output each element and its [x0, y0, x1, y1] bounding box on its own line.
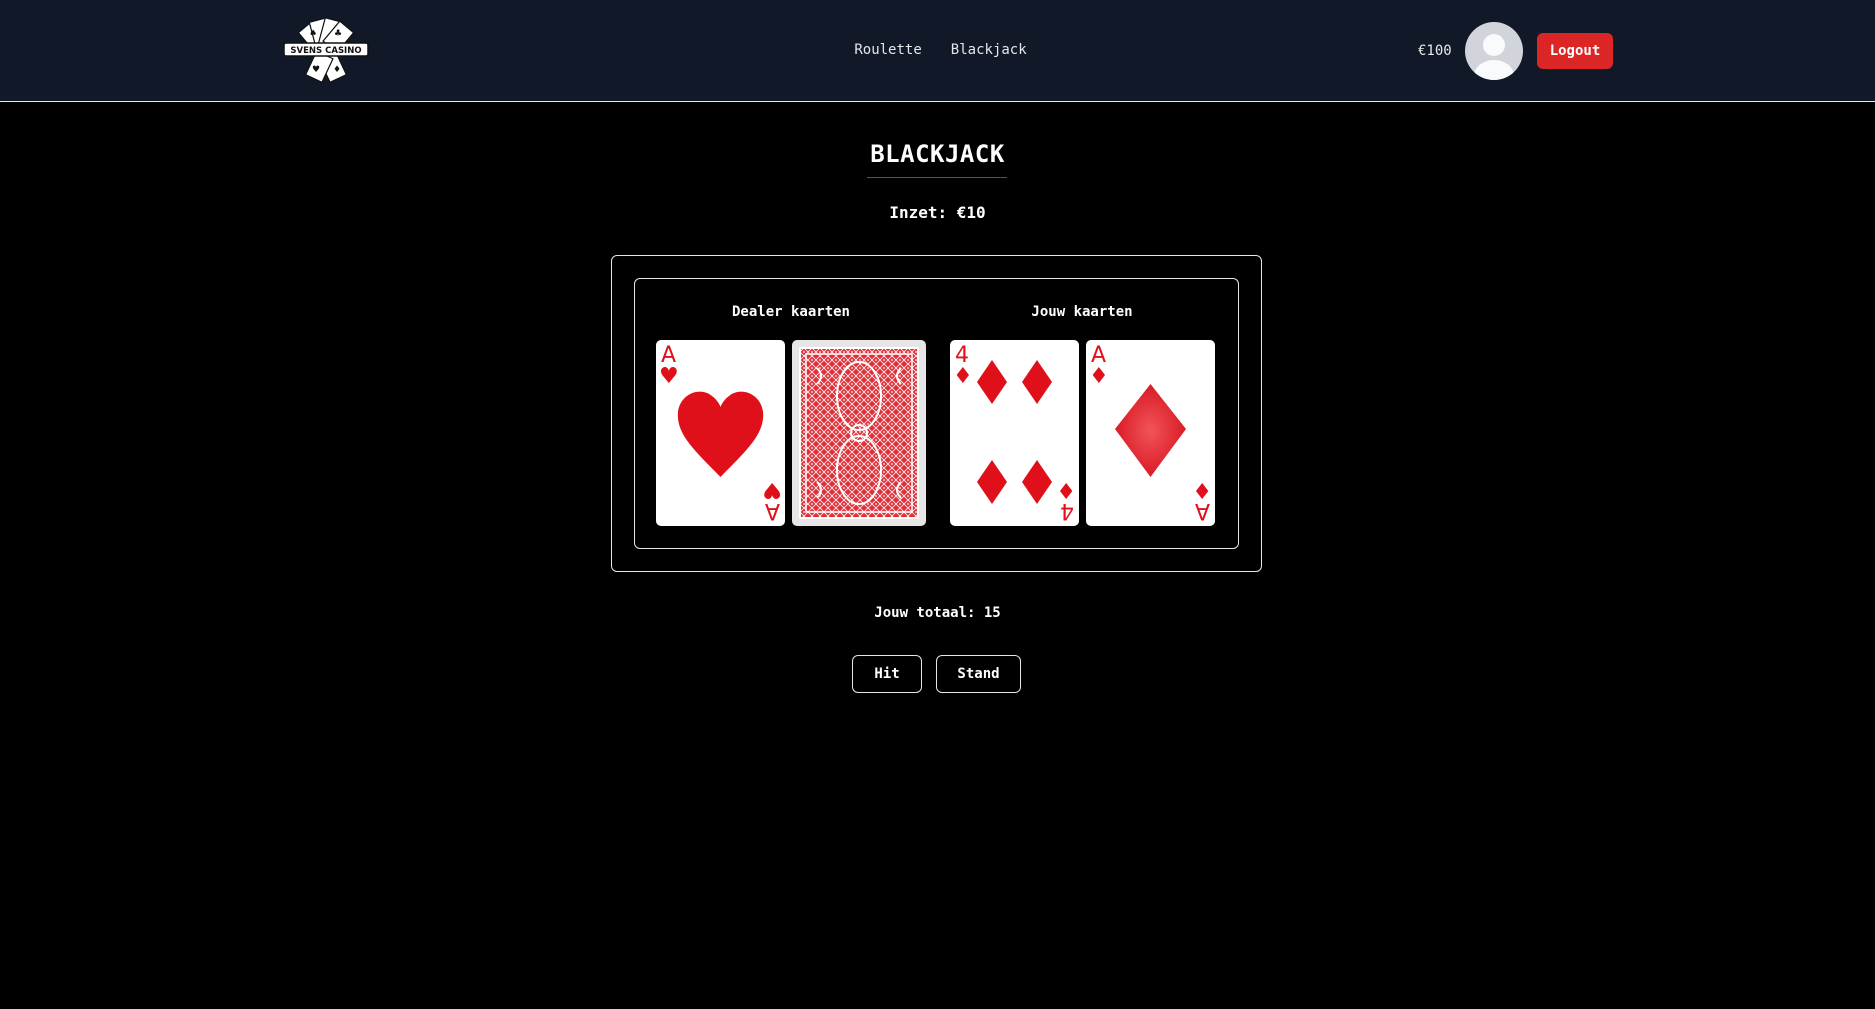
diamond-icon [977, 460, 1007, 504]
player-total: Jouw totaal: 15 [874, 605, 1001, 621]
player-card-1: 4 ♦ 4 ♦ [950, 340, 1079, 526]
nav-link-blackjack[interactable]: Blackjack [951, 42, 1027, 58]
logout-button[interactable]: Logout [1537, 33, 1613, 69]
dealer-card-1: A ♥ A ♥ [656, 340, 785, 526]
player-cards-label: Jouw kaarten [1031, 304, 1133, 320]
dealer-cards-label: Dealer kaarten [731, 304, 850, 320]
dealer-card-2-facedown [792, 340, 926, 526]
diamond-icon: ♦ [953, 364, 973, 389]
stand-button[interactable]: Stand [936, 655, 1021, 693]
title-underline [867, 177, 1007, 178]
diamond-icon [977, 360, 1007, 404]
avatar[interactable] [1465, 22, 1523, 80]
bet-amount: Inzet: €10 [889, 203, 986, 222]
heart-icon: ♥ [659, 364, 679, 389]
svg-text:♦: ♦ [333, 65, 341, 75]
diamond-icon [1022, 360, 1052, 404]
svg-text:♠: ♠ [309, 29, 317, 39]
svg-text:♦: ♦ [1056, 477, 1076, 502]
page-title: BLACKJACK [870, 140, 1005, 168]
svg-text:♥: ♥ [312, 65, 320, 75]
svg-text:♦: ♦ [1192, 477, 1212, 502]
svg-text:♥: ♥ [762, 477, 782, 502]
player-card-2: A ♦ A ♦ [1086, 340, 1215, 526]
navbar: ♠ ♣ ♥ ♦ SVENS CASINO Roulette Blackjack … [0, 0, 1875, 102]
hit-button[interactable]: Hit [852, 655, 922, 693]
heart-icon [677, 391, 764, 477]
nav-link-roulette[interactable]: Roulette [854, 42, 921, 58]
user-icon [1474, 34, 1514, 80]
balance-display: €100 [1418, 43, 1452, 59]
svg-text:♣: ♣ [334, 29, 342, 39]
diamond-icon [1115, 384, 1186, 477]
diamond-icon [1022, 460, 1052, 504]
diamond-icon: ♦ [1089, 364, 1109, 389]
